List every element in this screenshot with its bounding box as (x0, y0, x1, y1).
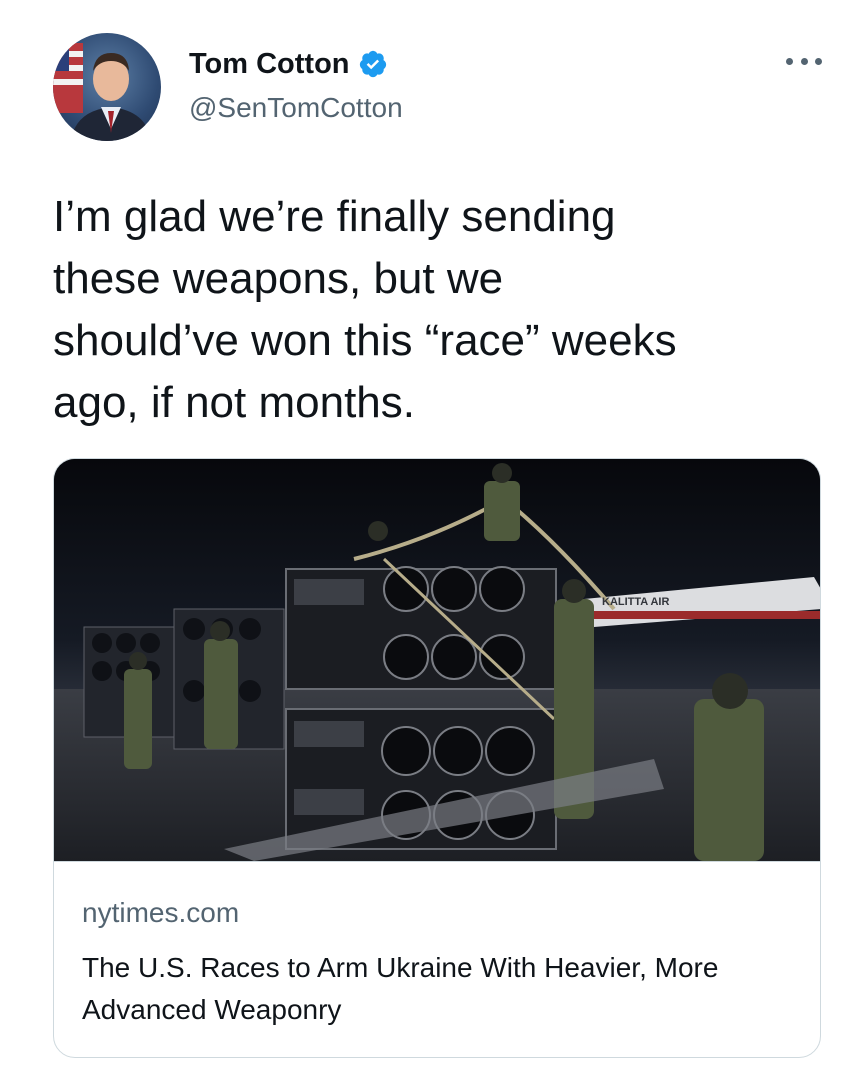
link-card-domain[interactable]: nytimes.com (82, 897, 239, 929)
author-handle[interactable]: @SenTomCotton (189, 92, 403, 124)
author-display-name[interactable]: Tom Cotton (189, 48, 350, 81)
link-card-image[interactable]: KALITTA AIR (54, 459, 820, 861)
card-divider (54, 861, 820, 862)
aircraft-livery-text: KALITTA AIR (602, 596, 669, 608)
tweet-text: I’m glad we’re finally sending these wea… (53, 192, 677, 427)
author-name-row: Tom Cotton (189, 44, 388, 84)
link-card-title[interactable]: The U.S. Races to Arm Ukraine With Heavi… (82, 947, 792, 1031)
avatar[interactable] (53, 33, 161, 141)
verified-badge-icon (358, 49, 388, 79)
tweet[interactable]: Tom Cotton @SenTomCotton I’m glad we’re … (0, 0, 864, 1080)
more-options-icon[interactable] (786, 50, 822, 72)
link-card[interactable]: KALITTA AIR nytimes.com The U.S. Races t… (53, 458, 821, 1058)
